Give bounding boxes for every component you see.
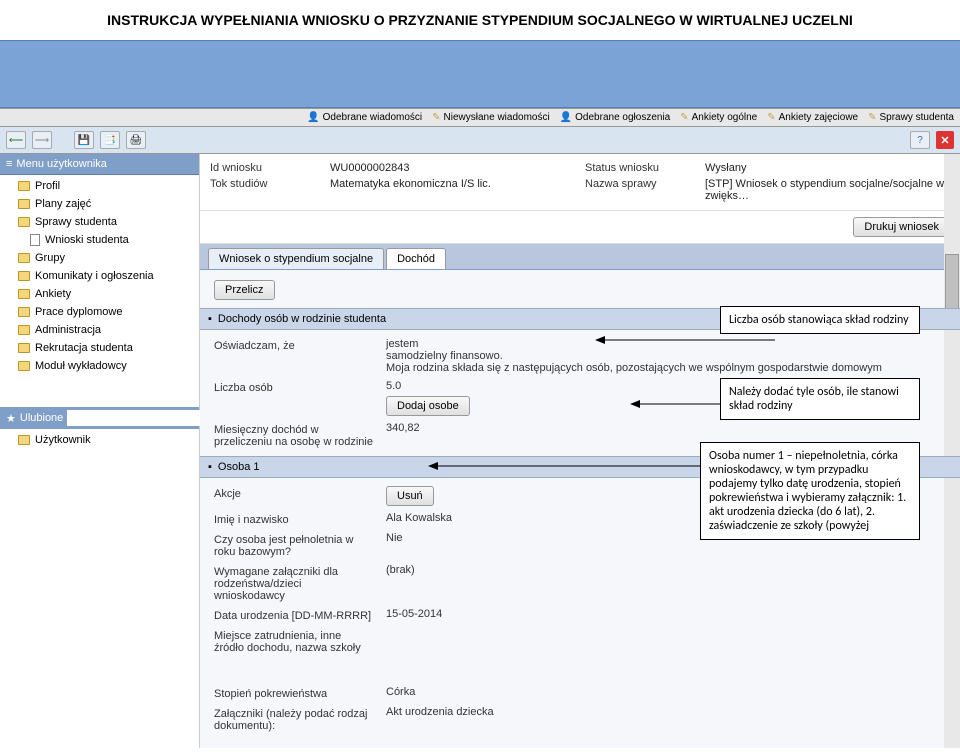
data-urodzenia-value: 15-05-2014 (386, 608, 946, 620)
print-request-button[interactable]: Drukuj wniosek (853, 217, 950, 237)
sidebar-item-rekrutacja[interactable]: Rekrutacja studenta (0, 339, 199, 357)
pencil-icon: ✎ (680, 112, 688, 123)
topbar-ankiety-zajeciowe[interactable]: ✎Ankiety zajęciowe (767, 112, 858, 123)
sidebar-item-ankiety[interactable]: Ankiety (0, 285, 199, 303)
tab-bar: Wniosek o stypendium socjalne Dochód (200, 244, 960, 270)
tok-label: Tok studiów (210, 178, 320, 202)
pencil-icon: ✎ (868, 112, 876, 123)
zalaczniki-label: Wymagane załączniki dla rodzeństwa/dziec… (214, 564, 374, 602)
person-icon: 👤 (307, 112, 319, 123)
sidebar-item-komunikaty[interactable]: Komunikaty i ogłoszenia (0, 267, 199, 285)
sidebar-item-plany[interactable]: Plany zajęć (0, 195, 199, 213)
liczba-osob-label: Liczba osób (214, 380, 374, 394)
status-label: Status wniosku (585, 162, 695, 174)
stopien-value: Córka (386, 686, 946, 698)
status-value: Wysłany (705, 162, 950, 174)
minus-icon[interactable]: ▪ (208, 461, 212, 473)
topbar-ogloszenia[interactable]: 👤Odebrane ogłoszenia (560, 112, 671, 123)
folder-icon (18, 343, 30, 353)
miesieczny-dochod-label: Miesięczny dochód w przeliczeniu na osob… (214, 422, 374, 448)
dodaj-osobe-button[interactable]: Dodaj osobe (386, 396, 470, 416)
folder-icon (18, 435, 30, 445)
folder-icon (18, 217, 30, 227)
sidebar-item-admin[interactable]: Administracja (0, 321, 199, 339)
folder-icon (18, 271, 30, 281)
pelnoletnia-label: Czy osoba jest pełnoletnia w roku bazowy… (214, 532, 374, 558)
sidebar-item-prace[interactable]: Prace dyplomowe (0, 303, 199, 321)
miejsce-label: Miejsce zatrudnienia, inne źródło dochod… (214, 628, 374, 654)
star-icon: ★ (6, 412, 16, 425)
folder-icon (18, 361, 30, 371)
topbar-sprawy[interactable]: ✎Sprawy studenta (868, 112, 954, 123)
topbar-ankiety-ogolne[interactable]: ✎Ankiety ogólne (680, 112, 757, 123)
pencil-icon: ✎ (432, 112, 440, 123)
imie-label: Imię i nazwisko (214, 512, 374, 526)
oswiadczam-label: Oświadczam, że (214, 338, 374, 352)
topbar-odebrane-wiadomosci[interactable]: 👤Odebrane wiadomości (307, 112, 422, 123)
annotation-dodaj-osobe: Należy dodać tyle osób, ile stanowi skła… (720, 378, 920, 420)
annotation-liczba-osob: Liczba osób stanowiąca skład rodziny (720, 306, 920, 334)
header-band (0, 40, 960, 108)
minus-icon[interactable]: ▪ (208, 313, 212, 325)
akcje-label: Akcje (214, 486, 374, 500)
sidebar-item-profil[interactable]: Profil (0, 177, 199, 195)
request-info: Id wniosku WU0000002843 Status wniosku W… (200, 154, 960, 211)
przelicz-button[interactable]: Przelicz (214, 280, 275, 300)
tab-dochod[interactable]: Dochód (386, 248, 446, 269)
folder-icon (18, 253, 30, 263)
annotation-osoba1: Osoba numer 1 – niepełnoletnia, córka wn… (700, 442, 920, 540)
favorites-header: ★ Ulubione (0, 407, 199, 429)
document-icon (30, 234, 40, 246)
zalaczniki-dok-value: Akt urodzenia dziecka (386, 706, 946, 718)
zalaczniki-dok-label: Załączniki (należy podać rodzaj dokument… (214, 706, 374, 732)
menu-icon: ≡ (6, 158, 12, 170)
folder-icon (18, 307, 30, 317)
print-button[interactable]: 🖨 (126, 131, 146, 149)
icon-toolbar: ⟵ ⟶ 💾 📑 🖨 ? ✕ (0, 127, 960, 154)
folder-icon (18, 181, 30, 191)
tok-value: Matematyka ekonomiczna I/S lic. (330, 178, 575, 202)
topbar-niewyslane[interactable]: ✎Niewysłane wiadomości (432, 112, 550, 123)
usun-button[interactable]: Usuń (386, 486, 434, 506)
id-wniosku-label: Id wniosku (210, 162, 320, 174)
zalaczniki-value: (brak) (386, 564, 946, 576)
sidebar-item-wnioski[interactable]: Wnioski studenta (0, 231, 199, 249)
sidebar-item-uzytkownik[interactable]: Użytkownik (0, 431, 199, 449)
nav-back-button[interactable]: ⟵ (6, 131, 26, 149)
copy-button[interactable]: 📑 (100, 131, 120, 149)
help-button[interactable]: ? (910, 131, 930, 149)
sidebar-menu-header: ≡ Menu użytkownika (0, 154, 199, 175)
person-icon: 👤 (560, 112, 572, 123)
folder-icon (18, 325, 30, 335)
folder-icon (18, 289, 30, 299)
tab-wniosek[interactable]: Wniosek o stypendium socjalne (208, 248, 384, 269)
miesieczny-dochod-value: 340,82 (386, 422, 946, 434)
sidebar-item-sprawy[interactable]: Sprawy studenta (0, 213, 199, 231)
stopien-label: Stopień pokrewieństwa (214, 686, 374, 700)
nav-forward-button[interactable]: ⟶ (32, 131, 52, 149)
sidebar-item-wykladowcy[interactable]: Moduł wykładowcy (0, 357, 199, 375)
top-link-bar: 👤Odebrane wiadomości ✎Niewysłane wiadomo… (0, 108, 960, 127)
content-panel: Id wniosku WU0000002843 Status wniosku W… (200, 154, 960, 748)
save-button[interactable]: 💾 (74, 131, 94, 149)
close-button[interactable]: ✕ (936, 131, 954, 149)
sidebar-item-grupy[interactable]: Grupy (0, 249, 199, 267)
nazwa-label: Nazwa sprawy (585, 178, 695, 202)
pencil-icon: ✎ (767, 112, 775, 123)
data-urodzenia-label: Data urodzenia [DD-MM-RRRR] (214, 608, 374, 622)
nazwa-value: [STP] Wniosek o stypendium socjalne/socj… (705, 178, 950, 202)
folder-icon (18, 199, 30, 209)
sidebar: ≡ Menu użytkownika Profil Plany zajęć Sp… (0, 154, 200, 748)
page-title: INSTRUKCJA WYPEŁNIANIA WNIOSKU O PRZYZNA… (0, 0, 960, 40)
id-wniosku-value: WU0000002843 (330, 162, 575, 174)
